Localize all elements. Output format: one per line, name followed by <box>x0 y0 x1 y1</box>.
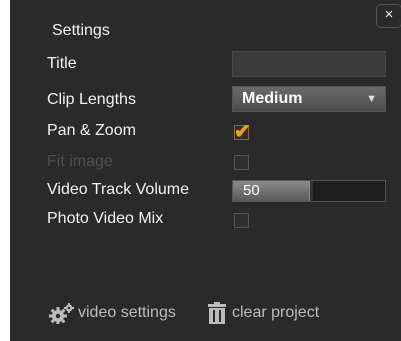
checkmark-icon: ✔ <box>234 121 251 143</box>
close-icon: × <box>384 6 394 23</box>
fit-image-label: Fit image <box>47 153 113 170</box>
title-input[interactable] <box>232 51 386 77</box>
video-track-volume-slider[interactable]: 50 <box>232 180 386 202</box>
video-settings-button[interactable]: video settings <box>48 302 176 324</box>
settings-panel: Settings Title Clip Lengths Medium ▼ Pan… <box>10 0 401 341</box>
pan-zoom-checkbox[interactable]: ✔ <box>234 121 251 143</box>
gear-icon <box>49 303 74 324</box>
clear-project-label: clear project <box>232 304 320 321</box>
pan-zoom-label: Pan & Zoom <box>47 122 136 139</box>
clip-lengths-label: Clip Lengths <box>47 91 136 108</box>
slider-value: 50 <box>243 182 260 199</box>
close-button[interactable]: × <box>376 4 401 28</box>
trash-icon <box>208 302 226 324</box>
clip-lengths-value: Medium <box>242 90 303 107</box>
clip-lengths-select[interactable]: Medium ▼ <box>232 86 386 112</box>
video-settings-label: video settings <box>78 304 176 321</box>
chevron-down-icon: ▼ <box>366 93 377 105</box>
photo-video-mix-label: Photo Video Mix <box>47 210 164 227</box>
clear-project-button[interactable]: clear project <box>206 302 319 324</box>
fit-image-checkbox[interactable] <box>234 155 249 170</box>
title-label: Title <box>47 55 77 72</box>
slider-thumb[interactable] <box>309 181 313 201</box>
video-track-volume-label: Video Track Volume <box>47 181 190 198</box>
panel-title: Settings <box>52 22 110 39</box>
photo-video-mix-checkbox[interactable] <box>234 213 249 228</box>
